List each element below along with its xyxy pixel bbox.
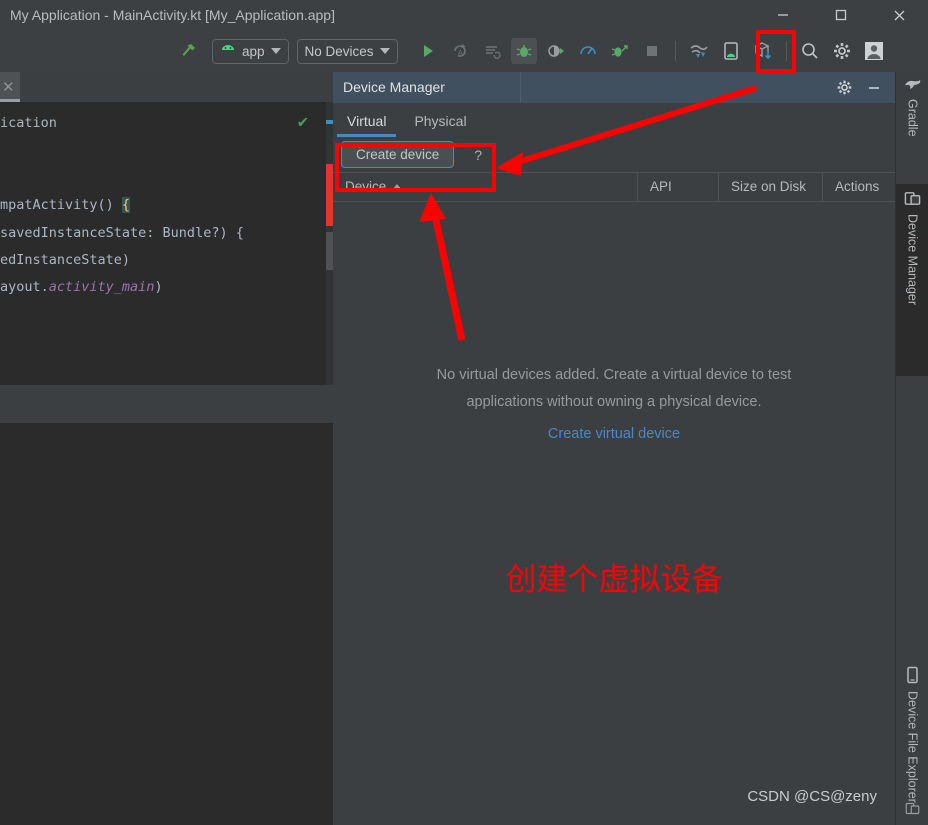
- gear-icon[interactable]: [829, 38, 855, 64]
- device-selector-label: No Devices: [304, 43, 374, 59]
- module-selector-label: app: [242, 43, 265, 59]
- marker-neutral: [326, 232, 333, 270]
- module-selector[interactable]: app: [212, 38, 289, 64]
- empty-state-line-1: No virtual devices added. Create a virtu…: [436, 367, 792, 383]
- close-icon[interactable]: ✕: [2, 80, 15, 95]
- sort-ascending-icon: [392, 184, 403, 190]
- code-line: ayout.activity_main): [0, 279, 163, 296]
- sdk-manager-icon[interactable]: [750, 38, 776, 64]
- code-line: ication: [0, 115, 57, 131]
- column-header-device[interactable]: Device: [333, 173, 638, 201]
- column-header-api[interactable]: API: [638, 173, 719, 201]
- column-header-device-label: Device: [345, 179, 387, 194]
- hammer-icon[interactable]: [175, 38, 201, 64]
- annotation-chinese-note: 创建个虚拟设备: [505, 562, 723, 598]
- sidebar-item-gradle[interactable]: Gradle: [896, 72, 928, 182]
- debug-icon[interactable]: [510, 38, 537, 64]
- editor-bottom-region: [0, 423, 333, 825]
- device-selector[interactable]: No Devices: [296, 38, 398, 64]
- toolbar-divider: [785, 41, 787, 61]
- sync-gradle-icon[interactable]: [686, 38, 712, 64]
- device-table-header: Device API Size on Disk Actions: [333, 173, 895, 201]
- code-line: savedInstanceState: Bundle?) {: [0, 224, 244, 241]
- svg-text:A: A: [458, 50, 463, 57]
- device-manager-icon: [904, 190, 921, 210]
- apply-changes-icon[interactable]: [479, 38, 505, 64]
- minimize-icon[interactable]: [861, 75, 887, 101]
- sidebar-item-gradle-label: Gradle: [905, 99, 920, 137]
- device-table-body: 创建个虚拟设备 No virtual devices added. Create…: [333, 202, 895, 825]
- search-icon[interactable]: [797, 38, 823, 64]
- toolbar-divider: [674, 41, 676, 61]
- marker-error: [326, 164, 333, 226]
- editor-divider-strip: [0, 385, 333, 423]
- close-window-button[interactable]: [870, 0, 928, 30]
- device-manager-icon[interactable]: [718, 38, 744, 64]
- gear-icon[interactable]: [831, 75, 857, 101]
- device-manager-panel: Device Manager Virtual Physical Create d…: [333, 72, 895, 825]
- code-line: mpatActivity() {: [0, 197, 131, 214]
- sidebar-item-device-manager-label: Device Manager: [905, 214, 920, 306]
- create-device-button[interactable]: Create device: [341, 141, 455, 168]
- create-virtual-device-link[interactable]: Create virtual device: [548, 426, 680, 442]
- code-editor[interactable]: ✔ ication mpatActivity() { savedInstance…: [0, 102, 326, 385]
- stop-icon[interactable]: [639, 38, 665, 64]
- account-avatar-icon[interactable]: [861, 38, 887, 64]
- right-tool-window-bar: Gradle Device Manager Device File Explor…: [895, 72, 928, 825]
- device-manager-header-actions: [831, 75, 895, 101]
- column-header-size-label: Size on Disk: [731, 179, 807, 194]
- attach-debugger-icon[interactable]: [543, 38, 569, 64]
- device-manager-header: Device Manager: [333, 72, 895, 103]
- watermark: CSDN @CS@zeny: [747, 788, 877, 805]
- window-title: My Application - MainActivity.kt [My_App…: [10, 7, 335, 23]
- editor-marker-gutter[interactable]: [326, 102, 333, 385]
- maximize-window-button[interactable]: [812, 0, 870, 30]
- device-manager-toolbar: Create device ?: [333, 137, 895, 172]
- marker-info: [326, 120, 333, 124]
- inspection-status-check-icon: ✔: [297, 112, 308, 132]
- window-controls: [754, 0, 928, 30]
- chevron-down-icon: [270, 48, 281, 54]
- device-manager-icon[interactable]: [905, 801, 920, 819]
- empty-state: No virtual devices added. Create a virtu…: [333, 362, 895, 442]
- minimize-window-button[interactable]: [754, 0, 812, 30]
- tab-physical[interactable]: Physical: [400, 107, 480, 137]
- help-icon[interactable]: ?: [474, 147, 482, 163]
- run-icon[interactable]: [415, 38, 441, 64]
- gradle-elephant-icon: [904, 78, 922, 95]
- column-header-api-label: API: [650, 179, 672, 194]
- device-manager-title: Device Manager: [333, 72, 521, 103]
- editor-tab-strip: ✕: [0, 72, 333, 102]
- column-header-actions-label: Actions: [835, 179, 880, 194]
- rerun-icon[interactable]: A: [447, 38, 473, 64]
- profiler-icon[interactable]: [575, 38, 601, 64]
- main-toolbar: app No Devices A: [0, 30, 928, 72]
- column-header-size-on-disk[interactable]: Size on Disk: [719, 173, 823, 201]
- tab-virtual[interactable]: Virtual: [333, 107, 400, 137]
- editor-lower-region: [0, 385, 333, 825]
- window-title-bar: My Application - MainActivity.kt [My_App…: [0, 0, 928, 30]
- android-robot-icon: [220, 44, 236, 59]
- chevron-down-icon: [379, 48, 390, 54]
- editor-area: ✕ ✔ ication mpatActivity() { savedInstan…: [0, 72, 333, 825]
- editor-tab[interactable]: ✕: [0, 72, 20, 102]
- code-line: edInstanceState): [0, 251, 131, 268]
- sidebar-item-device-manager[interactable]: Device Manager: [896, 184, 928, 376]
- device-manager-tabs: Virtual Physical: [333, 103, 895, 137]
- device-file-explorer-icon: [905, 666, 920, 687]
- run-with-coverage-icon[interactable]: [607, 38, 633, 64]
- column-header-actions[interactable]: Actions: [823, 173, 895, 201]
- empty-state-line-2: applications without owning a physical d…: [466, 394, 762, 410]
- sidebar-item-device-file-explorer-label: Device File Explorer: [905, 691, 920, 803]
